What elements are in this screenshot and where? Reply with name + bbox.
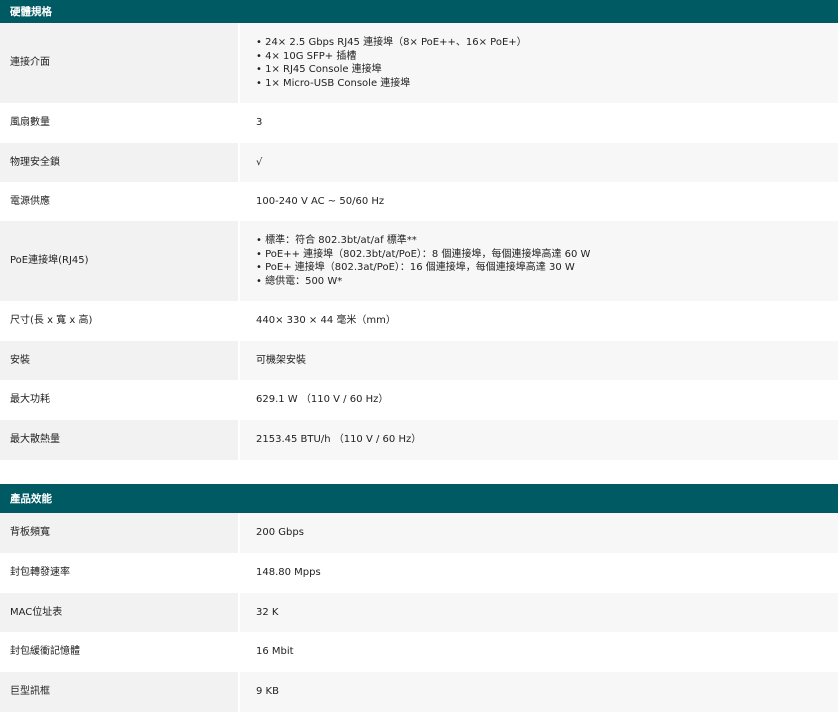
spec-label: 巨型訊框 bbox=[0, 672, 240, 712]
spec-value: 9 KB bbox=[239, 672, 838, 712]
spec-row-max-power: 最大功耗 629.1 W （110 V / 60 Hz） bbox=[0, 380, 838, 420]
spec-row-mac-table: MAC位址表 32 K bbox=[0, 593, 838, 632]
spec-label: 風扇數量 bbox=[0, 103, 240, 143]
hardware-section-title: 硬體規格 bbox=[10, 6, 52, 18]
hardware-section-header: 硬體規格 bbox=[0, 0, 838, 23]
spec-row-mounting: 安裝 可機架安裝 bbox=[0, 341, 838, 380]
spec-label: 封包轉發速率 bbox=[0, 553, 240, 593]
spec-value: 148.80 Mpps bbox=[239, 553, 838, 593]
spec-value: 3 bbox=[239, 103, 838, 143]
spec-label: 電源供應 bbox=[0, 182, 240, 221]
performance-section-header: 產品效能 bbox=[0, 484, 838, 513]
spec-value: 24× 2.5 Gbps RJ45 連接埠（8× PoE++、16× PoE+）… bbox=[239, 23, 838, 103]
list-item: PoE+ 連接埠（802.3at/PoE）：16 個連接埠，每個連接埠高達 30… bbox=[256, 261, 828, 275]
spec-label: 安裝 bbox=[0, 341, 240, 380]
section-spacer bbox=[0, 460, 838, 484]
spec-row-interfaces: 連接介面 24× 2.5 Gbps RJ45 連接埠（8× PoE++、16× … bbox=[0, 23, 838, 103]
spec-value: 32 K bbox=[239, 593, 838, 632]
spec-value: 440× 330 × 44 毫米（mm） bbox=[239, 301, 838, 341]
spec-label: 背板頻寬 bbox=[0, 513, 240, 553]
spec-row-packet-buffer: 封包緩衝記憶體 16 Mbit bbox=[0, 632, 838, 672]
list-item: 1× Micro-USB Console 連接埠 bbox=[256, 77, 828, 91]
spec-value: 16 Mbit bbox=[239, 632, 838, 672]
spec-row-dimensions: 尺寸(長 x 寬 x 高) 440× 330 × 44 毫米（mm） bbox=[0, 301, 838, 341]
spec-label: 最大功耗 bbox=[0, 380, 240, 420]
interface-list: 24× 2.5 Gbps RJ45 連接埠（8× PoE++、16× PoE+）… bbox=[256, 36, 828, 90]
spec-row-power-supply: 電源供應 100-240 V AC ~ 50/60 Hz bbox=[0, 182, 838, 221]
spec-label: 物理安全鎖 bbox=[0, 143, 240, 182]
list-item: 4× 10G SFP+ 插槽 bbox=[256, 50, 828, 64]
spec-label: PoE連接埠(RJ45) bbox=[0, 221, 240, 301]
list-item: 1× RJ45 Console 連接埠 bbox=[256, 63, 828, 77]
performance-spec-table: 背板頻寬 200 Gbps 封包轉發速率 148.80 Mpps MAC位址表 … bbox=[0, 513, 838, 712]
spec-value: 100-240 V AC ~ 50/60 Hz bbox=[239, 182, 838, 221]
spec-row-poe-ports: PoE連接埠(RJ45) 標準：符合 802.3bt/at/af 標準** Po… bbox=[0, 221, 838, 301]
spec-value: 200 Gbps bbox=[239, 513, 838, 553]
spec-value: 標準：符合 802.3bt/at/af 標準** PoE++ 連接埠（802.3… bbox=[239, 221, 838, 301]
spec-label: 連接介面 bbox=[0, 23, 240, 103]
spec-label: 最大散熱量 bbox=[0, 420, 240, 460]
spec-row-fans: 風扇數量 3 bbox=[0, 103, 838, 143]
list-item: 總供電：500 W* bbox=[256, 275, 828, 289]
list-item: PoE++ 連接埠（802.3bt/at/PoE）：8 個連接埠，每個連接埠高達… bbox=[256, 248, 828, 262]
list-item: 標準：符合 802.3bt/at/af 標準** bbox=[256, 234, 828, 248]
spec-value: √ bbox=[239, 143, 838, 182]
spec-value: 可機架安裝 bbox=[239, 341, 838, 380]
poe-list: 標準：符合 802.3bt/at/af 標準** PoE++ 連接埠（802.3… bbox=[256, 234, 828, 288]
spec-row-max-heat: 最大散熱量 2153.45 BTU/h （110 V / 60 Hz） bbox=[0, 420, 838, 460]
list-item: 24× 2.5 Gbps RJ45 連接埠（8× PoE++、16× PoE+） bbox=[256, 36, 828, 50]
performance-section-title: 產品效能 bbox=[10, 493, 52, 505]
spec-row-forwarding-rate: 封包轉發速率 148.80 Mpps bbox=[0, 553, 838, 593]
hardware-spec-table: 連接介面 24× 2.5 Gbps RJ45 連接埠（8× PoE++、16× … bbox=[0, 23, 838, 460]
spec-row-jumbo-frame: 巨型訊框 9 KB bbox=[0, 672, 838, 712]
spec-value: 629.1 W （110 V / 60 Hz） bbox=[239, 380, 838, 420]
spec-row-security-lock: 物理安全鎖 √ bbox=[0, 143, 838, 182]
spec-value: 2153.45 BTU/h （110 V / 60 Hz） bbox=[239, 420, 838, 460]
spec-row-backplane: 背板頻寬 200 Gbps bbox=[0, 513, 838, 553]
spec-label: 尺寸(長 x 寬 x 高) bbox=[0, 301, 240, 341]
spec-label: 封包緩衝記憶體 bbox=[0, 632, 240, 672]
spec-label: MAC位址表 bbox=[0, 593, 240, 632]
